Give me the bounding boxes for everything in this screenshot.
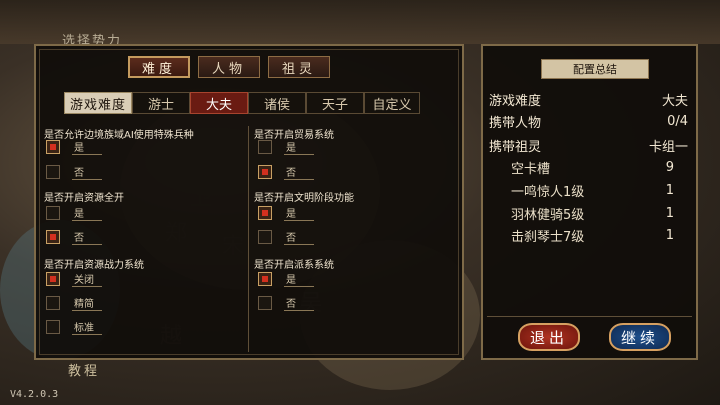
continue-button[interactable]: 继续: [609, 323, 671, 351]
option-label: 否: [284, 164, 314, 180]
setting-option[interactable]: 否: [258, 163, 314, 181]
summary-value: 大夫: [661, 93, 688, 109]
ancestor-row: 一鸣惊人1级 1: [489, 179, 694, 201]
option-label: 否: [284, 295, 314, 311]
option-label: 否: [72, 229, 102, 245]
checkbox-checked[interactable]: [46, 230, 60, 244]
checkbox[interactable]: [258, 296, 272, 310]
setting-option[interactable]: 是: [46, 138, 102, 156]
setting-option[interactable]: 精简: [46, 294, 102, 312]
category-tabs: 难度 人物 祖灵: [128, 56, 330, 78]
setting-option[interactable]: 是: [258, 270, 314, 288]
checkbox-checked[interactable]: [258, 165, 272, 179]
setting-option[interactable]: 是: [258, 204, 314, 222]
config-summary-panel: 配置总结 游戏难度 大夫 携带人物 0/4 携带祖灵 卡组一 空卡槽 9 一鸣惊…: [481, 44, 698, 360]
option-label: 精简: [72, 295, 102, 311]
summary-row: 游戏难度 大夫: [489, 88, 694, 110]
summary-key: 游戏难度: [489, 93, 542, 109]
option-label: 否: [72, 164, 102, 180]
version-label: V4.2.0.3: [10, 389, 59, 400]
option-label: 是: [284, 139, 314, 155]
summary-row: 携带人物 0/4: [489, 110, 694, 132]
ancestor-count: 1: [665, 205, 674, 221]
summary-value: 卡组一: [648, 139, 688, 155]
difficulty-option[interactable]: 游士: [132, 92, 190, 114]
setting-question: 是否开启文明阶段功能: [254, 193, 354, 204]
checkbox[interactable]: [46, 320, 60, 334]
setting-option[interactable]: 否: [258, 228, 314, 246]
checkbox[interactable]: [258, 140, 272, 154]
setting-option[interactable]: 关闭: [46, 270, 102, 288]
ancestor-name: 空卡槽: [511, 161, 551, 177]
setting-option[interactable]: 否: [46, 163, 102, 181]
ancestor-count: 9: [665, 159, 674, 175]
tab-difficulty[interactable]: 难度: [128, 56, 190, 78]
checkbox[interactable]: [46, 206, 60, 220]
checkbox[interactable]: [258, 230, 272, 244]
checkbox-checked[interactable]: [258, 272, 272, 286]
difficulty-option[interactable]: 天子: [306, 92, 364, 114]
summary-divider: [487, 316, 692, 317]
setting-option[interactable]: 标准: [46, 318, 102, 336]
option-label: 是: [284, 271, 314, 287]
option-label: 关闭: [72, 271, 102, 287]
checkbox[interactable]: [46, 165, 60, 179]
option-label: 是: [72, 205, 102, 221]
checkbox-checked[interactable]: [258, 206, 272, 220]
summary-key: 携带人物: [489, 115, 542, 131]
ancestor-row: 击刹琴士7级 1: [489, 224, 694, 246]
checkbox-checked[interactable]: [46, 272, 60, 286]
summary-key: 携带祖灵: [489, 139, 542, 155]
tab-characters[interactable]: 人物: [198, 56, 260, 78]
difficulty-option[interactable]: 诸侯: [248, 92, 306, 114]
option-label: 标准: [72, 319, 102, 335]
ancestor-row: 空卡槽 9: [489, 156, 694, 178]
tutorial-button[interactable]: 教程: [68, 360, 100, 379]
ancestor-name: 击刹琴士7级: [511, 229, 585, 245]
difficulty-selector: 游戏难度 游士 大夫 诸侯 天子 自定义: [64, 92, 420, 114]
option-label: 否: [284, 229, 314, 245]
tab-ancestors[interactable]: 祖灵: [268, 56, 330, 78]
setting-question: 是否开启资源战力系统: [44, 260, 144, 271]
summary-title: 配置总结: [541, 59, 649, 79]
setting-option[interactable]: 是: [46, 204, 102, 222]
checkbox-checked[interactable]: [46, 140, 60, 154]
ancestor-name: 羽林健骑5级: [511, 207, 585, 223]
difficulty-label: 游戏难度: [64, 92, 132, 114]
option-label: 是: [284, 205, 314, 221]
ancestor-count: 1: [665, 227, 674, 243]
ancestor-row: 羽林健骑5级 1: [489, 202, 694, 224]
difficulty-option-custom[interactable]: 自定义: [364, 92, 420, 114]
option-label: 是: [72, 139, 102, 155]
difficulty-option-selected[interactable]: 大夫: [190, 92, 248, 114]
setting-question: 是否开启派系系统: [254, 260, 334, 271]
ancestor-count: 1: [665, 182, 674, 198]
checkbox[interactable]: [46, 296, 60, 310]
setting-option[interactable]: 否: [258, 294, 314, 312]
setting-option[interactable]: 是: [258, 138, 314, 156]
settings-panel: 难度 人物 祖灵 游戏难度 游士 大夫 诸侯 天子 自定义 是否允许边境族域AI…: [34, 44, 464, 360]
exit-button[interactable]: 退出: [518, 323, 580, 351]
column-divider: [248, 126, 249, 352]
ancestor-name: 一鸣惊人1级: [511, 184, 585, 200]
summary-value: 0/4: [667, 113, 688, 129]
summary-row: 携带祖灵 卡组一: [489, 134, 694, 156]
setting-option[interactable]: 否: [46, 228, 102, 246]
setting-question: 是否开启资源全开: [44, 193, 124, 204]
